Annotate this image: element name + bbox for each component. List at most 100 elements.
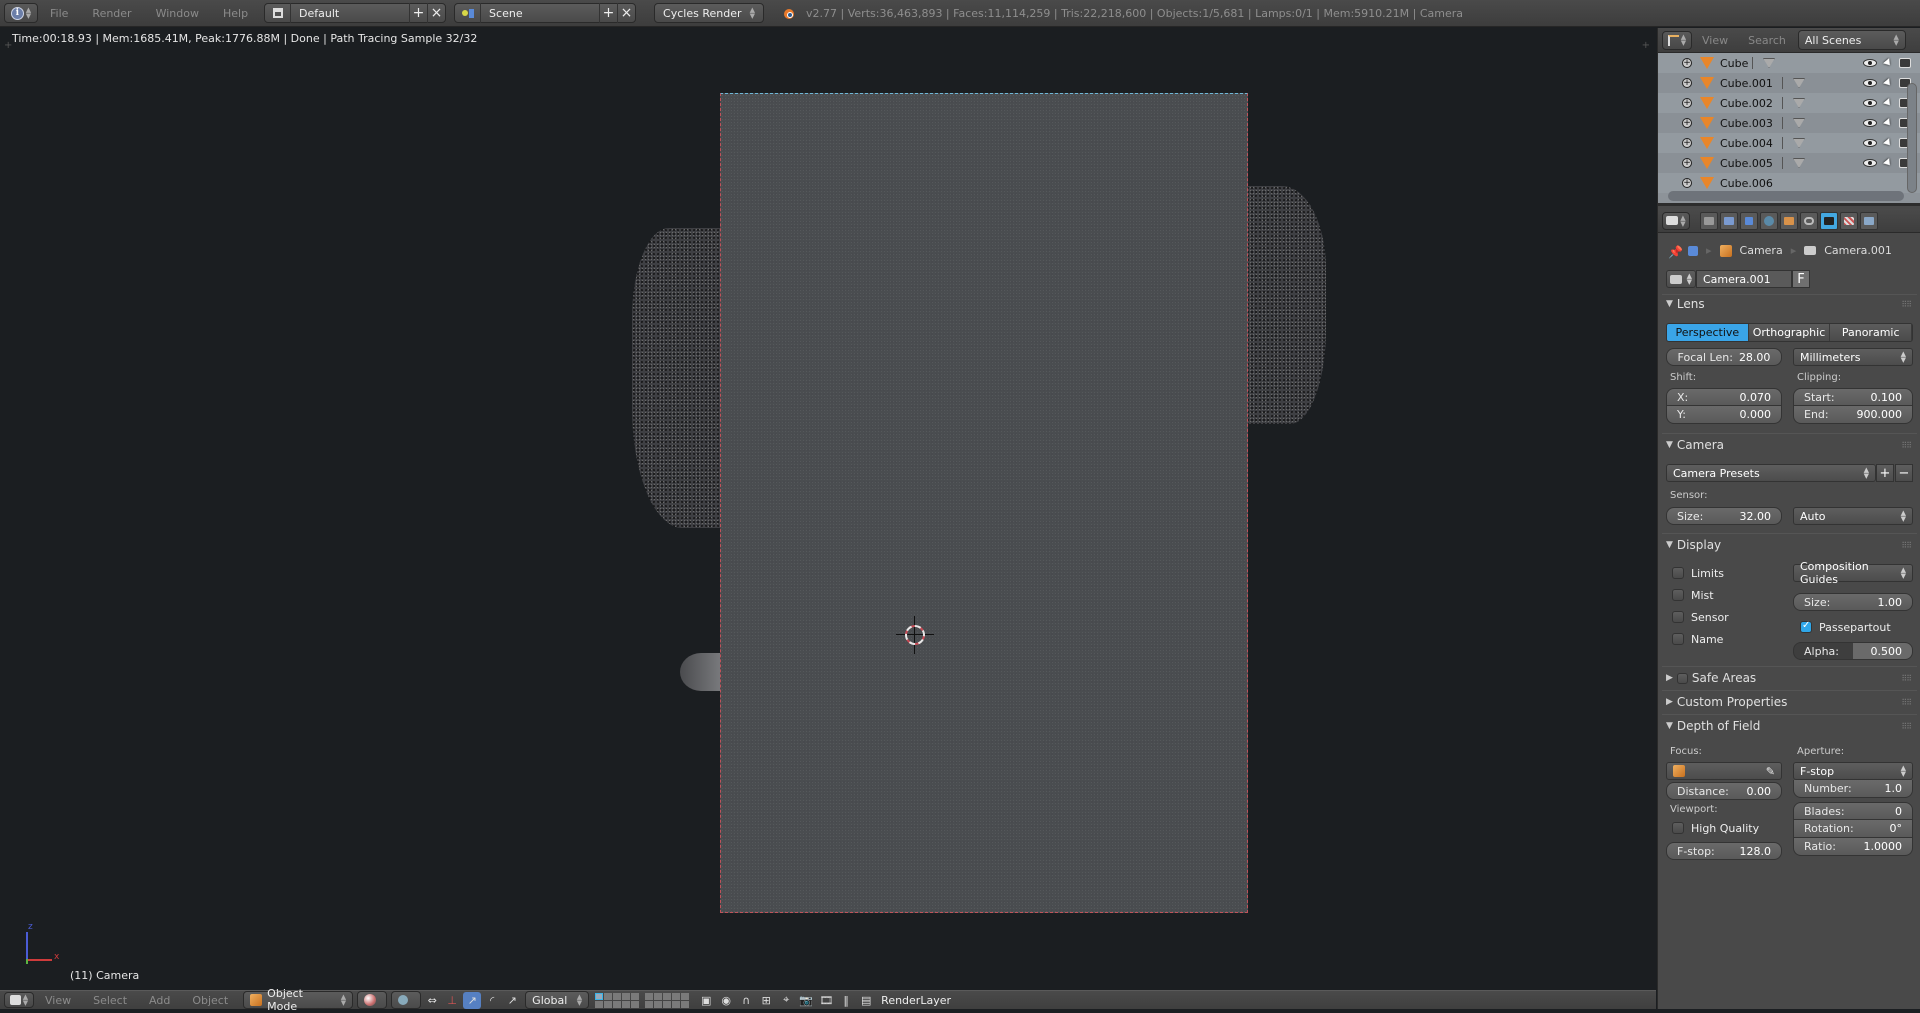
object-name[interactable]: Cube.002 <box>1720 97 1776 110</box>
tab-texture-icon[interactable] <box>1840 211 1858 230</box>
selectable-arrow-icon[interactable] <box>1883 138 1893 148</box>
lens-type-panoramic[interactable]: Panoramic <box>1830 324 1912 341</box>
focus-object-field[interactable]: ✎ <box>1666 762 1782 780</box>
lock-layers-icon[interactable]: ▣ <box>697 992 715 1009</box>
object-name[interactable]: Cube <box>1720 57 1748 70</box>
menu-object[interactable]: Object <box>181 994 239 1007</box>
drag-handle-icon[interactable]: ⠿⠿ <box>1901 674 1912 683</box>
composition-guides-dropdown[interactable]: Composition Guides ▲ ▼ <box>1793 560 1913 586</box>
focal-length-field[interactable]: Focal Len: 28.00 <box>1666 348 1782 366</box>
3d-cursor-icon[interactable] <box>896 616 934 654</box>
outliner-row[interactable]: + Cube.001 <box>1658 73 1920 93</box>
menu-view[interactable]: View <box>34 994 82 1007</box>
mesh-data-icon[interactable] <box>1793 158 1805 168</box>
expand-icon[interactable]: + <box>1682 98 1692 108</box>
limits-checkbox[interactable] <box>1672 567 1684 579</box>
menu-help[interactable]: Help <box>211 7 260 20</box>
visibility-eye-icon[interactable] <box>1863 79 1877 87</box>
scene-layers-group-1[interactable] <box>595 992 640 1008</box>
object-name[interactable]: Cube.005 <box>1720 157 1776 170</box>
camera-presets-dropdown[interactable]: Camera Presets ▲ ▼ <box>1666 464 1876 482</box>
editor-type-selector[interactable]: i ▲ ▼ <box>4 3 38 23</box>
aperture-number-field[interactable]: Number: 1.0 <box>1793 780 1913 798</box>
add-scene-button[interactable]: + <box>599 3 617 23</box>
pause-icon[interactable]: ‖ <box>837 992 855 1009</box>
shift-y-field[interactable]: Y: 0.000 <box>1666 406 1782 424</box>
expand-icon[interactable]: + <box>1682 58 1692 68</box>
menu-select[interactable]: Select <box>82 994 138 1007</box>
drag-handle-icon[interactable]: ⠿⠿ <box>1901 722 1912 731</box>
sensor-fit-dropdown[interactable]: Auto ▲ ▼ <box>1793 507 1913 525</box>
outliner-row[interactable]: + Cube.004 <box>1658 133 1920 153</box>
proportional-falloff-icon[interactable]: ∩ <box>737 992 755 1009</box>
tab-world-icon[interactable] <box>1760 211 1778 230</box>
visibility-eye-icon[interactable] <box>1863 119 1877 127</box>
mesh-data-icon[interactable] <box>1793 118 1805 128</box>
scene-layers-group-2[interactable] <box>645 992 690 1008</box>
tab-render-icon[interactable] <box>1700 211 1718 230</box>
mesh-data-icon[interactable] <box>1793 138 1805 148</box>
selectable-arrow-icon[interactable] <box>1883 78 1893 88</box>
drag-handle-icon[interactable]: ⠿⠿ <box>1901 698 1912 707</box>
mode-selector[interactable]: Object Mode ▲ ▼ <box>243 987 354 1013</box>
sensor-size-field[interactable]: Size: 32.00 <box>1666 507 1782 525</box>
menu-add[interactable]: Add <box>138 994 181 1007</box>
selectable-arrow-icon[interactable] <box>1883 58 1893 68</box>
snap-toggle-icon[interactable]: ⊞ <box>757 992 775 1009</box>
renderable-camera-icon[interactable] <box>1899 58 1911 68</box>
outliner-menu-search[interactable]: Search <box>1738 34 1796 47</box>
high-quality-checkbox[interactable] <box>1672 822 1684 834</box>
fake-user-button[interactable]: F <box>1792 270 1810 288</box>
dof-panel-header[interactable]: ▼ Depth of Field <box>1666 719 1760 733</box>
aperture-rotation-field[interactable]: Rotation: 0° <box>1793 820 1913 838</box>
rotate-manipulator-icon[interactable]: ↗ <box>463 991 482 1009</box>
selectable-arrow-icon[interactable] <box>1883 98 1893 108</box>
visibility-eye-icon[interactable] <box>1863 99 1877 107</box>
3d-viewport[interactable]: Time:00:18.93 | Mem:1685.41M, Peak:1776.… <box>0 28 1656 990</box>
custom-properties-panel-header[interactable]: ▶ Custom Properties <box>1666 695 1787 709</box>
remove-preset-button[interactable]: − <box>1895 464 1913 482</box>
outliner-row[interactable]: + Cube.006 <box>1658 173 1920 193</box>
tab-render-layers-icon[interactable] <box>1720 211 1738 230</box>
safe-areas-checkbox[interactable] <box>1676 672 1688 684</box>
menu-file[interactable]: File <box>38 7 80 20</box>
lens-panel-header[interactable]: ▼ Lens <box>1666 297 1705 311</box>
outliner-vertical-scrollbar[interactable] <box>1907 83 1917 193</box>
opengl-animation-icon[interactable]: 🎞 <box>817 992 835 1009</box>
mist-checkbox[interactable] <box>1672 589 1684 601</box>
lens-type-perspective[interactable]: Perspective <box>1667 324 1749 341</box>
menu-window[interactable]: Window <box>144 7 211 20</box>
aperture-type-dropdown[interactable]: F-stop ▲ ▼ <box>1793 762 1913 780</box>
snap-element-icon[interactable]: ⌖ <box>777 992 795 1009</box>
outliner-menu-view[interactable]: View <box>1692 34 1738 47</box>
aperture-ratio-field[interactable]: Ratio: 1.0000 <box>1793 838 1913 856</box>
eyedropper-icon[interactable]: ✎ <box>1766 765 1775 778</box>
drag-handle-icon[interactable]: ⠿⠿ <box>1901 300 1912 309</box>
pivot-point-selector[interactable] <box>391 991 422 1009</box>
lens-unit-dropdown[interactable]: Millimeters ▲ ▼ <box>1793 348 1913 366</box>
menu-render[interactable]: Render <box>80 7 143 20</box>
visibility-eye-icon[interactable] <box>1863 59 1877 67</box>
expand-icon[interactable]: + <box>1682 138 1692 148</box>
drag-handle-icon[interactable]: ⠿⠿ <box>1901 441 1912 450</box>
shift-x-field[interactable]: X: 0.070 <box>1666 388 1782 406</box>
tab-camera-data-icon[interactable] <box>1820 211 1838 230</box>
tab-object-icon[interactable] <box>1780 211 1798 230</box>
outliner-horizontal-scrollbar[interactable] <box>1668 191 1904 201</box>
delete-screen-button[interactable]: × <box>427 3 445 23</box>
sensor-checkbox[interactable] <box>1672 611 1684 623</box>
drag-handle-icon[interactable]: ⠿⠿ <box>1901 541 1912 550</box>
object-name[interactable]: Cube.001 <box>1720 77 1776 90</box>
pin-icon[interactable]: 📌 <box>1668 245 1683 259</box>
scene-selector[interactable]: Scene + × <box>454 3 637 23</box>
expand-icon[interactable]: + <box>1682 78 1692 88</box>
proportional-edit-icon[interactable]: ◉ <box>717 992 735 1009</box>
transform-orientation-selector[interactable]: Global ▲ ▼ <box>525 991 590 1009</box>
lens-type-selector[interactable]: Perspective Orthographic Panoramic <box>1666 323 1913 342</box>
outliner-tree[interactable]: + Cube + Cube.001 + Cube.002 + Cube.003 … <box>1658 53 1920 206</box>
passepartout-checkbox[interactable] <box>1800 620 1812 633</box>
passepartout-alpha-slider[interactable]: Alpha: 0.500 <box>1793 642 1913 660</box>
render-engine-selector[interactable]: Cycles Render ▲ ▼ <box>654 3 765 23</box>
selectable-arrow-icon[interactable] <box>1883 158 1893 168</box>
render-layer-name[interactable]: RenderLayer <box>881 994 951 1007</box>
